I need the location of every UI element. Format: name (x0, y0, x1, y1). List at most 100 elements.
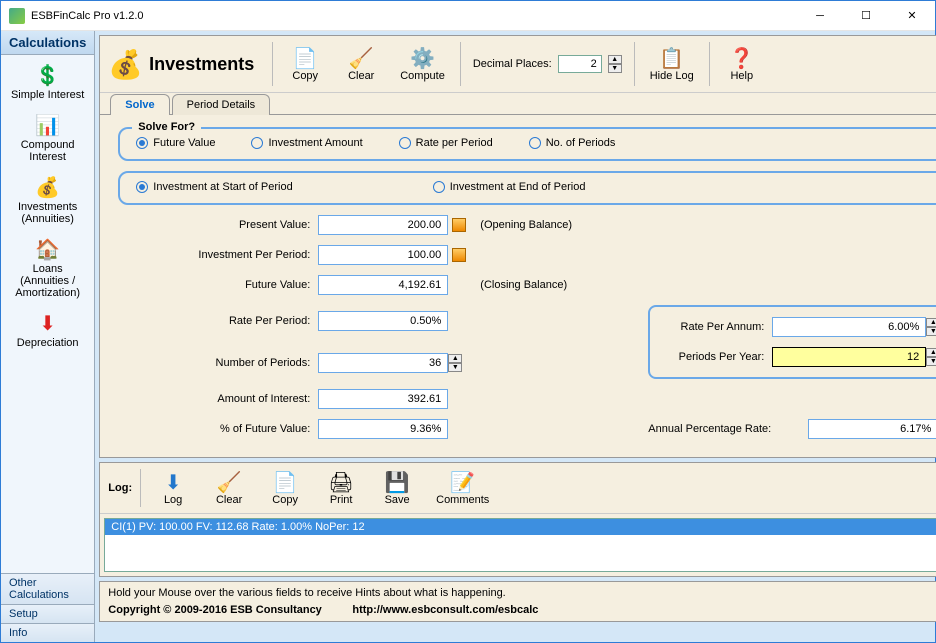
status-bar: Hold your Mouse over the various fields … (99, 581, 936, 622)
pct-future-value-label: % of Future Value: (118, 423, 318, 435)
rate-annum-down[interactable]: ▼ (926, 327, 936, 336)
rate-per-annum-label: Rate Per Annum: (662, 321, 772, 333)
log-entry[interactable]: CI(1) PV: 100.00 FV: 112.68 Rate: 1.00% … (105, 519, 936, 535)
eraser-icon: 🧹 (349, 46, 374, 70)
sidebar-item-investments[interactable]: 💰Investments (Annuities) (1, 173, 94, 235)
copy-icon: 📄 (293, 46, 318, 70)
coins-icon: 💰 (108, 48, 143, 81)
apr-input[interactable] (808, 419, 936, 439)
inv-per-period-label: Investment Per Period: (118, 249, 318, 261)
rate-per-period-input[interactable] (318, 311, 448, 331)
radio-start-of-period[interactable]: Investment at Start of Period (136, 181, 292, 193)
maximize-button[interactable]: ☐ (843, 1, 889, 30)
toolbar: 💰 Investments 📄Copy 🧹Clear ⚙️Compute Dec… (100, 36, 936, 93)
minimize-button[interactable]: ─ (797, 1, 843, 30)
log-button[interactable]: ⬇Log (145, 467, 201, 509)
log-panel: Log: ⬇Log 🧹Clear 📄Copy 🖨Print 💾Save 📝Com… (99, 462, 936, 577)
log-clear-button[interactable]: 🧹Clear (201, 467, 257, 509)
closing-balance-note: (Closing Balance) (468, 279, 648, 291)
clear-button[interactable]: 🧹Clear (333, 43, 389, 85)
periods-per-year-input[interactable] (772, 347, 926, 367)
apr-label: Annual Percentage Rate: (648, 423, 808, 435)
log-label: Log: (108, 469, 141, 507)
tab-period-details[interactable]: Period Details (172, 94, 270, 115)
annual-box: Rate Per Annum: ▲▼ Periods Per Year: ▲▼ (648, 305, 936, 379)
decimal-down[interactable]: ▼ (608, 64, 622, 73)
log-icon: 📋 (659, 46, 684, 70)
decimal-places-input[interactable] (558, 55, 602, 73)
save-icon: 💾 (385, 470, 410, 494)
titlebar: ESBFinCalc Pro v1.2.0 ─ ☐ ✕ (1, 1, 935, 31)
form-grid: Present Value: (Opening Balance) Investm… (118, 215, 936, 439)
sidebar-setup[interactable]: Setup (1, 604, 94, 623)
sidebar-other-calculations[interactable]: Other Calculations (1, 573, 94, 604)
radio-no-of-periods[interactable]: No. of Periods (529, 137, 616, 149)
decimal-places-label: Decimal Places: (473, 58, 552, 70)
future-value-label: Future Value: (118, 279, 318, 291)
sidebar: Calculations 💲Simple Interest 📊Compound … (1, 31, 95, 642)
solve-for-group: Solve For? Future Value Investment Amoun… (118, 127, 936, 161)
copy-button[interactable]: 📄Copy (277, 43, 333, 85)
nop-up[interactable]: ▲ (448, 354, 462, 363)
decimal-up[interactable]: ▲ (608, 55, 622, 64)
tab-solve[interactable]: Solve (110, 94, 169, 115)
calc-icon-pv[interactable] (452, 218, 466, 232)
solve-for-legend: Solve For? (132, 121, 201, 133)
money-bag-icon: 💰 (34, 175, 62, 199)
nop-down[interactable]: ▼ (448, 363, 462, 372)
sidebar-info[interactable]: Info (1, 623, 94, 642)
log-save-button[interactable]: 💾Save (369, 467, 425, 509)
help-button[interactable]: ❓Help (714, 43, 770, 85)
ppy-down[interactable]: ▼ (926, 357, 936, 366)
calc-icon-ipp[interactable] (452, 248, 466, 262)
inv-per-period-input[interactable] (318, 245, 448, 265)
help-icon: ❓ (729, 46, 754, 70)
number-of-periods-input[interactable] (318, 353, 448, 373)
app-icon (9, 8, 25, 24)
sidebar-item-depreciation[interactable]: ⬇Depreciation (1, 309, 94, 359)
hide-log-button[interactable]: 📋Hide Log (639, 43, 705, 85)
window-title: ESBFinCalc Pro v1.2.0 (31, 10, 797, 22)
rate-per-period-label: Rate Per Period: (118, 315, 318, 327)
main-panel: 💰 Investments 📄Copy 🧹Clear ⚙️Compute Dec… (99, 35, 936, 458)
radio-investment-amount[interactable]: Investment Amount (251, 137, 362, 149)
ppy-up[interactable]: ▲ (926, 348, 936, 357)
section-heading: Investments (149, 54, 254, 75)
website-link[interactable]: http://www.esbconsult.com/esbcalc (352, 604, 538, 616)
timing-group: Investment at Start of Period Investment… (118, 171, 936, 205)
amount-of-interest-label: Amount of Interest: (118, 393, 318, 405)
log-comments-button[interactable]: 📝Comments (425, 467, 500, 509)
house-icon: 🏠 (34, 237, 62, 261)
copy-icon: 📄 (273, 470, 298, 494)
amount-of-interest-input[interactable] (318, 389, 448, 409)
opening-balance-note: (Opening Balance) (468, 219, 648, 231)
gear-icon: ⚙️ (410, 46, 435, 70)
sidebar-item-compound-interest[interactable]: 📊Compound Interest (1, 111, 94, 173)
log-copy-button[interactable]: 📄Copy (257, 467, 313, 509)
radio-rate-per-period[interactable]: Rate per Period (399, 137, 493, 149)
sidebar-item-loans[interactable]: 🏠Loans (Annuities / Amortization) (1, 235, 94, 309)
log-print-button[interactable]: 🖨Print (313, 467, 369, 509)
log-list[interactable]: CI(1) PV: 100.00 FV: 112.68 Rate: 1.00% … (104, 518, 936, 572)
rate-annum-up[interactable]: ▲ (926, 318, 936, 327)
sidebar-item-simple-interest[interactable]: 💲Simple Interest (1, 61, 94, 111)
printer-icon: 🖨 (328, 470, 353, 494)
bar-chart-icon: 📊 (34, 113, 62, 137)
copyright-text: Copyright © 2009-2016 ESB Consultancy (108, 604, 322, 616)
number-of-periods-label: Number of Periods: (118, 357, 318, 369)
present-value-label: Present Value: (118, 219, 318, 231)
status-hint: Hold your Mouse over the various fields … (108, 585, 936, 602)
present-value-input[interactable] (318, 215, 448, 235)
compute-button[interactable]: ⚙️Compute (389, 43, 456, 85)
future-value-input[interactable] (318, 275, 448, 295)
rate-per-annum-input[interactable] (772, 317, 926, 337)
radio-future-value[interactable]: Future Value (136, 137, 215, 149)
pct-future-value-input[interactable] (318, 419, 448, 439)
periods-per-year-label: Periods Per Year: (662, 351, 772, 363)
down-arrow-icon: ⬇ (34, 311, 62, 335)
eraser-icon: 🧹 (217, 470, 242, 494)
close-button[interactable]: ✕ (889, 1, 935, 30)
log-down-icon: ⬇ (165, 470, 182, 494)
radio-end-of-period[interactable]: Investment at End of Period (433, 181, 586, 193)
comment-icon: 📝 (450, 470, 475, 494)
